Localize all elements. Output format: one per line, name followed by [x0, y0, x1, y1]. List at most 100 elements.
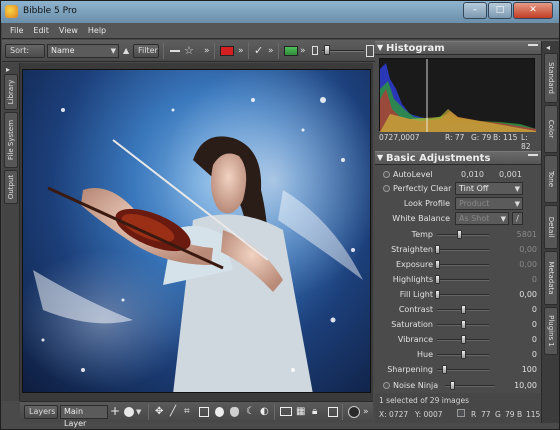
slider-track[interactable]	[435, 245, 489, 254]
photo-preview[interactable]	[22, 69, 371, 393]
tab-library[interactable]: Library	[4, 74, 18, 110]
slider-track[interactable]	[437, 320, 489, 329]
ellipse-tool-icon[interactable]	[215, 407, 224, 417]
maximize-button[interactable]: □	[488, 2, 512, 19]
chevron-down-icon[interactable]: ▼	[136, 405, 141, 419]
basic-adjustments-header[interactable]: ▼ Basic Adjustments	[375, 151, 541, 165]
thumbnail-small-icon[interactable]	[312, 46, 318, 55]
expand-icon[interactable]: »	[363, 405, 369, 419]
expand-icon[interactable]: »	[204, 44, 210, 58]
star-icon[interactable]: ☆	[184, 44, 194, 58]
slider-thumb[interactable]	[435, 290, 440, 299]
slider-value: 0	[531, 305, 537, 314]
tab-output[interactable]: Output	[4, 170, 18, 204]
title-bar[interactable]: Bibble 5 Pro – □ ✕	[1, 1, 559, 23]
slider-track[interactable]	[435, 275, 489, 284]
status-bar: 1 selected of 29 images X: 0727 Y: 0007 …	[375, 393, 541, 423]
image-canvas[interactable]	[20, 63, 373, 401]
slider-thumb[interactable]	[456, 230, 462, 239]
menu-bar: File Edit View Help	[2, 23, 559, 39]
slider-thumb[interactable]	[461, 305, 466, 314]
tab-plugins-1[interactable]: Plugins 1	[544, 307, 558, 355]
move-tool-icon[interactable]: ✥	[155, 405, 163, 419]
slider-thumb[interactable]	[461, 335, 466, 344]
tab-detail[interactable]: Detail	[544, 205, 558, 249]
slider-thumb[interactable]	[435, 245, 440, 254]
dash-icon[interactable]	[170, 50, 180, 52]
pin-icon[interactable]	[528, 44, 538, 52]
circle-tool-icon[interactable]	[124, 407, 134, 417]
healing-tool-icon[interactable]	[230, 407, 239, 417]
lasso-tool-icon[interactable]: ☾	[246, 405, 255, 419]
slider-thumb[interactable]	[435, 275, 440, 284]
slider-track[interactable]	[435, 260, 489, 269]
slider-thumb[interactable]	[450, 381, 455, 390]
brush-tool-icon[interactable]: ╱	[170, 405, 176, 419]
monitor-icon[interactable]	[280, 407, 292, 416]
menu-view[interactable]: View	[54, 23, 83, 35]
slider-track[interactable]	[437, 230, 489, 239]
thumbnail-size-slider[interactable]	[322, 45, 364, 55]
rectangle-tool-icon[interactable]	[199, 407, 209, 417]
histogram-header[interactable]: ▼ Histogram	[375, 41, 541, 55]
compare-icon[interactable]	[328, 407, 338, 417]
expand-icon[interactable]: »	[300, 44, 306, 58]
crop-tool-icon[interactable]: ⌗	[184, 405, 190, 419]
thumbnail-large-icon[interactable]	[366, 45, 374, 57]
slider-track[interactable]	[437, 350, 489, 359]
eyedropper-icon[interactable]: /	[512, 212, 523, 225]
basic-adjustments-title: Basic Adjustments	[386, 153, 491, 164]
info-icon[interactable]	[348, 406, 360, 418]
grid-icon[interactable]: ▦	[296, 405, 305, 419]
clone-tool-icon[interactable]: ◐	[260, 405, 269, 419]
menu-help[interactable]: Help	[83, 23, 111, 35]
slider-track[interactable]	[435, 290, 489, 299]
layers-button[interactable]: Layers	[24, 405, 58, 419]
sort-direction-icon[interactable]: ▲	[123, 44, 129, 58]
slider-label: Fill Light	[399, 290, 433, 299]
menu-edit[interactable]: Edit	[28, 23, 54, 35]
sort-control[interactable]: Sort:	[5, 44, 45, 58]
autolevel-checkbox[interactable]	[383, 171, 390, 178]
white-balance-select[interactable]: As Shot ▼	[455, 212, 509, 225]
perfectly-clear-select[interactable]: Tint Off ▼	[455, 182, 523, 195]
expand-icon[interactable]: »	[238, 44, 244, 58]
tab-standard[interactable]: Standard	[544, 53, 558, 103]
layer-select[interactable]: Main Layer	[60, 405, 108, 428]
slider-track[interactable]	[437, 365, 489, 374]
menu-file[interactable]: File	[5, 23, 28, 35]
blue-value: 115	[526, 410, 541, 419]
slider-thumb[interactable]	[461, 350, 466, 359]
lock-icon[interactable]: 🔒︎	[312, 405, 317, 419]
minimize-button[interactable]: –	[463, 2, 487, 19]
slider-thumb[interactable]	[324, 45, 330, 55]
add-layer-icon[interactable]: +	[110, 404, 120, 418]
noise-ninja-slider[interactable]	[445, 381, 495, 390]
tab-metadata[interactable]: Metadata	[544, 251, 558, 305]
slider-track[interactable]	[437, 335, 489, 344]
tab-tone[interactable]: Tone	[544, 155, 558, 203]
sort-select[interactable]: Name ▼	[47, 44, 119, 58]
noise-ninja-checkbox[interactable]	[383, 382, 390, 389]
pin-icon[interactable]	[528, 154, 538, 162]
expand-icon[interactable]: »	[268, 44, 274, 58]
slider-track[interactable]	[437, 305, 489, 314]
slider-thumb[interactable]	[461, 320, 466, 329]
histogram-title: Histogram	[386, 43, 445, 54]
perfectly-clear-checkbox[interactable]	[383, 185, 390, 192]
slider-thumb[interactable]	[435, 260, 440, 269]
color-label-icon[interactable]	[220, 46, 234, 56]
grid-view-icon[interactable]	[284, 46, 298, 56]
separator	[148, 404, 149, 420]
slider-value: 0,00	[519, 260, 537, 269]
tab-file-system[interactable]: File System	[4, 112, 18, 168]
separator	[214, 43, 215, 59]
red-label: R	[471, 410, 477, 419]
tab-color[interactable]: Color	[544, 105, 558, 153]
checkmark-icon[interactable]: ✓	[254, 44, 263, 58]
look-profile-select[interactable]: Product ▼	[455, 197, 523, 210]
filter-button[interactable]: Filter	[133, 44, 159, 58]
slider-thumb[interactable]	[442, 365, 448, 374]
close-button[interactable]: ✕	[513, 2, 553, 19]
slider-row-highlights: Highlights 0	[375, 273, 541, 287]
